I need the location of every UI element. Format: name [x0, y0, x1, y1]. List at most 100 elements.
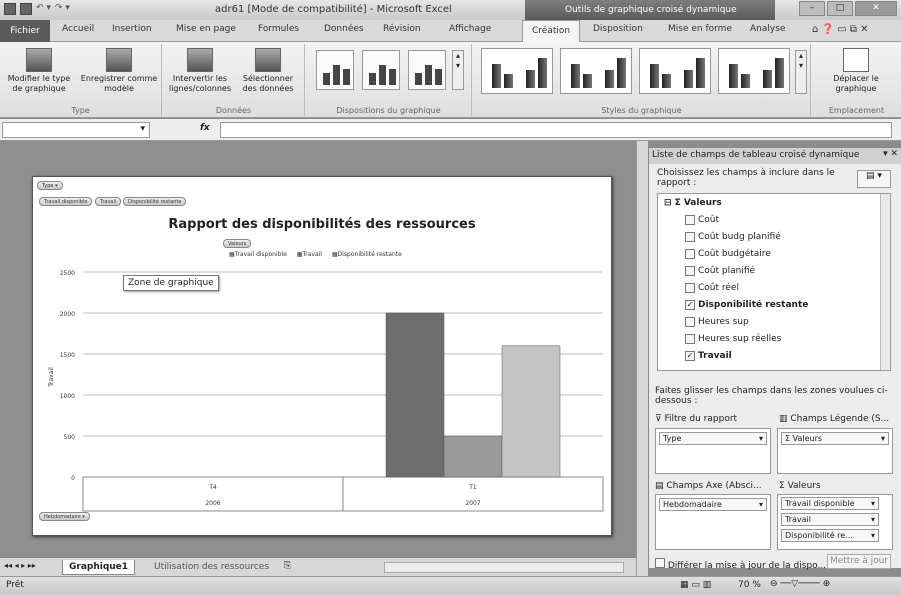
pivot-chart[interactable]: Type ▾ Travail disponible Travail Dispon… [32, 176, 612, 536]
field-heures-sup-reelles[interactable]: Heures sup réelles [685, 334, 781, 344]
sheet-nav-icons[interactable]: ◂◂ ◂ ▸ ▸▸ [4, 561, 36, 570]
layout-option-3[interactable] [408, 50, 446, 90]
field-cout-budg-planifie[interactable]: Coût budg planifié [685, 232, 781, 242]
close-button[interactable]: ✕ [855, 1, 897, 16]
axis-zone-item-hebdomadaire[interactable]: Hebdomadaire ▾ [659, 498, 767, 511]
save-icon[interactable] [20, 3, 32, 15]
columns-icon: ▥ [779, 414, 791, 424]
chevron-down-icon[interactable]: ▾ [759, 500, 763, 509]
tab-insert[interactable]: Insertion [112, 24, 152, 34]
chart-type-icon [26, 48, 52, 72]
change-chart-type-button[interactable]: Modifier le type de graphique [4, 48, 74, 94]
name-box-dropdown-icon[interactable]: ▾ [140, 124, 145, 134]
style-option-2[interactable] [560, 48, 632, 94]
defer-update-option[interactable]: Différer la mise à jour de la dispo... [655, 558, 826, 571]
group-label-styles: Styles du graphique [601, 106, 682, 115]
tab-home[interactable]: Accueil [62, 24, 94, 34]
checkbox-heures-sup[interactable] [685, 317, 695, 327]
tab-review[interactable]: Révision [383, 24, 421, 34]
styles-more-button[interactable]: ▴ ▾ [795, 50, 807, 94]
layout-option-1[interactable] [316, 50, 354, 90]
checkbox-heures-sup-reelles[interactable] [685, 334, 695, 344]
tab-format[interactable]: Mise en forme [668, 24, 732, 34]
panel-close-icon[interactable]: ▾ ✕ [883, 149, 898, 159]
function-icon[interactable]: fx [200, 123, 210, 133]
view-buttons[interactable]: ▦ ▭ ▥ [680, 580, 711, 590]
field-cout[interactable]: Coût [685, 215, 719, 225]
zoom-slider[interactable]: ⊖ ──▽──── ⊕ [770, 579, 830, 589]
tab-formulas[interactable]: Formules [258, 24, 299, 34]
chevron-down-icon[interactable]: ▾ [871, 499, 875, 508]
tab-file[interactable]: Fichier [0, 20, 50, 42]
tab-analyze[interactable]: Analyse [750, 24, 785, 34]
checkbox-cout-planifie[interactable] [685, 266, 695, 276]
field-list-scrollbar[interactable] [880, 194, 890, 370]
formula-input[interactable] [220, 122, 892, 138]
values-zone-item-available[interactable]: Travail disponible ▾ [781, 497, 879, 510]
redo-icon[interactable]: ↷ ▾ [55, 3, 70, 15]
group-label-layouts: Dispositions du graphique [336, 106, 441, 115]
chevron-down-icon[interactable]: ▾ [881, 434, 885, 443]
tab-page-layout[interactable]: Mise en page [176, 24, 236, 34]
sheet-tab-graphique1[interactable]: Graphique1 [62, 560, 136, 575]
checkbox-cout-budgetaire[interactable] [685, 249, 695, 259]
style-option-4[interactable] [718, 48, 790, 94]
values-zone-item-remaining[interactable]: Disponibilité re... ▾ [781, 529, 879, 542]
chevron-down-icon[interactable]: ▾ [871, 515, 875, 524]
update-button[interactable]: Mettre à jour [827, 554, 891, 569]
chevron-down-icon[interactable]: ▾ [759, 434, 763, 443]
select-data-button[interactable]: Sélectionner des données [235, 48, 301, 94]
chevron-down-icon[interactable]: ▾ [871, 531, 875, 540]
title-bar: ↶ ▾ ↷ ▾ adr61 [Mode de compatibilité] - … [0, 0, 901, 20]
help-icon[interactable]: ⌂ ❓ ▭ ⧉ ✕ [812, 24, 868, 35]
checkbox-cout-budg-planifie[interactable] [685, 232, 695, 242]
maximize-button[interactable]: □ [827, 1, 853, 16]
legend-fields-zone[interactable]: Σ Valeurs ▾ [777, 428, 893, 474]
zoom-level[interactable]: 70 % [738, 580, 761, 590]
save-template-button[interactable]: Enregistrer comme modèle [80, 48, 158, 94]
name-box[interactable]: ▾ [2, 122, 150, 138]
report-filter-zone[interactable]: Type ▾ [655, 428, 771, 474]
y-tick-label: 2500 [60, 270, 75, 277]
tab-layout[interactable]: Disposition [593, 24, 643, 34]
field-heures-sup[interactable]: Heures sup [685, 317, 749, 327]
context-tab-label: Outils de graphique croisé dynamique [525, 0, 775, 20]
layouts-more-button[interactable]: ▴ ▾ [452, 50, 464, 90]
checkbox-travail[interactable]: ✓ [685, 351, 695, 361]
checkbox-defer-update[interactable] [655, 558, 665, 568]
group-label-type: Type [71, 106, 90, 115]
report-filter-label: ⊽ Filtre du rapport [655, 414, 738, 424]
tab-design[interactable]: Création [522, 20, 581, 43]
worksheet-vertical-scrollbar[interactable] [636, 141, 648, 576]
field-list[interactable]: ⊟ Σ Valeurs Coût Coût budg planifié Coût… [657, 193, 891, 371]
legend-zone-item-values[interactable]: Σ Valeurs ▾ [781, 432, 889, 445]
tab-data[interactable]: Données [324, 24, 364, 34]
field-cout-budgetaire[interactable]: Coût budgétaire [685, 249, 771, 259]
style-option-1[interactable] [481, 48, 553, 94]
style-option-3[interactable] [639, 48, 711, 94]
field-travail[interactable]: ✓ Travail [685, 351, 732, 361]
values-group-header[interactable]: ⊟ Σ Valeurs [664, 198, 722, 208]
new-sheet-icon[interactable]: ⎘ [284, 561, 291, 571]
field-cout-reel[interactable]: Coût réel [685, 283, 739, 293]
checkbox-cout[interactable] [685, 215, 695, 225]
move-chart-button[interactable]: Déplacer le graphique [820, 48, 892, 94]
sheet-tab-utilisation[interactable]: Utilisation des ressources [148, 560, 275, 575]
checkbox-cout-reel[interactable] [685, 283, 695, 293]
values-zone[interactable]: Travail disponible ▾ Travail ▾ Disponibili… [777, 494, 893, 550]
plot-area[interactable]: 0 500 1000 1500 2000 2500 Travail T4 2006 T1 2007 [33, 177, 613, 537]
filter-zone-item-type[interactable]: Type ▾ [659, 432, 767, 445]
undo-icon[interactable]: ↶ ▾ [36, 3, 51, 15]
switch-row-column-button[interactable]: Intervertir les lignes/colonnes [167, 48, 233, 94]
axis-fields-zone[interactable]: Hebdomadaire ▾ [655, 494, 771, 550]
field-disponibilite-restante[interactable]: ✓ Disponibilité restante [685, 300, 808, 310]
axis-field-button[interactable]: Hebdomadaire ▾ [39, 512, 90, 521]
minimize-button[interactable]: – [799, 1, 825, 16]
checkbox-disponibilite-restante[interactable]: ✓ [685, 300, 695, 310]
values-zone-item-work[interactable]: Travail ▾ [781, 513, 879, 526]
tab-view[interactable]: Affichage [449, 24, 491, 34]
layout-options-button[interactable]: ▤ ▾ [857, 170, 891, 188]
horizontal-scrollbar[interactable] [384, 562, 624, 573]
layout-option-2[interactable] [362, 50, 400, 90]
field-cout-planifie[interactable]: Coût planifié [685, 266, 755, 276]
